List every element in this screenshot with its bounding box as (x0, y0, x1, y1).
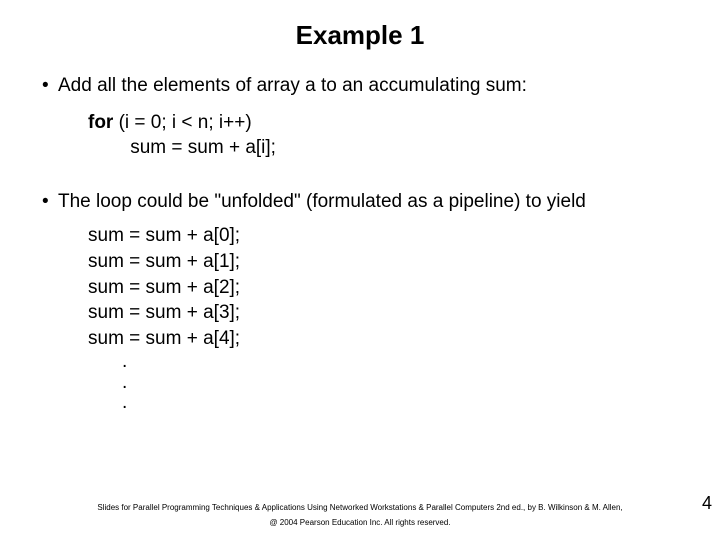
loop-header: (i = 0; i < n; i++) (119, 112, 252, 133)
bullet-2: • The loop could be "unfolded" (formulat… (40, 189, 680, 216)
dot: . (122, 393, 680, 414)
unfolded-line: sum = sum + a[4]; (88, 326, 680, 352)
unfolded-line: sum = sum + a[3]; (88, 300, 680, 326)
kw-for: for (88, 112, 119, 133)
footer-line-2: @ 2004 Pearson Education Inc. All rights… (0, 516, 720, 530)
unfolded-line: sum = sum + a[2]; (88, 275, 680, 301)
slide-footer: Slides for Parallel Programming Techniqu… (0, 501, 720, 530)
footer-line-1: Slides for Parallel Programming Techniqu… (0, 501, 720, 515)
bullet-1-text: Add all the elements of array a to an ac… (58, 73, 680, 99)
loop-body: sum = sum + a[i]; (88, 137, 276, 158)
bullet-dot-icon: • (40, 73, 58, 100)
slide: Example 1 • Add all the elements of arra… (0, 0, 720, 540)
bullet-1: • Add all the elements of array a to an … (40, 73, 680, 100)
bullet-dot-icon: • (40, 189, 58, 216)
unfolded-line: sum = sum + a[1]; (88, 249, 680, 275)
unfolded-code: sum = sum + a[0]; sum = sum + a[1]; sum … (88, 223, 680, 351)
page-number: 4 (702, 493, 712, 514)
ellipsis-dots: . . . (122, 352, 680, 415)
bullet-2-text: The loop could be "unfolded" (formulated… (58, 189, 680, 215)
unfolded-line: sum = sum + a[0]; (88, 223, 680, 249)
dot: . (122, 352, 680, 373)
dot: . (122, 373, 680, 394)
slide-title: Example 1 (40, 20, 680, 51)
code-block-loop: for (i = 0; i < n; i++) sum = sum + a[i]… (88, 110, 680, 161)
